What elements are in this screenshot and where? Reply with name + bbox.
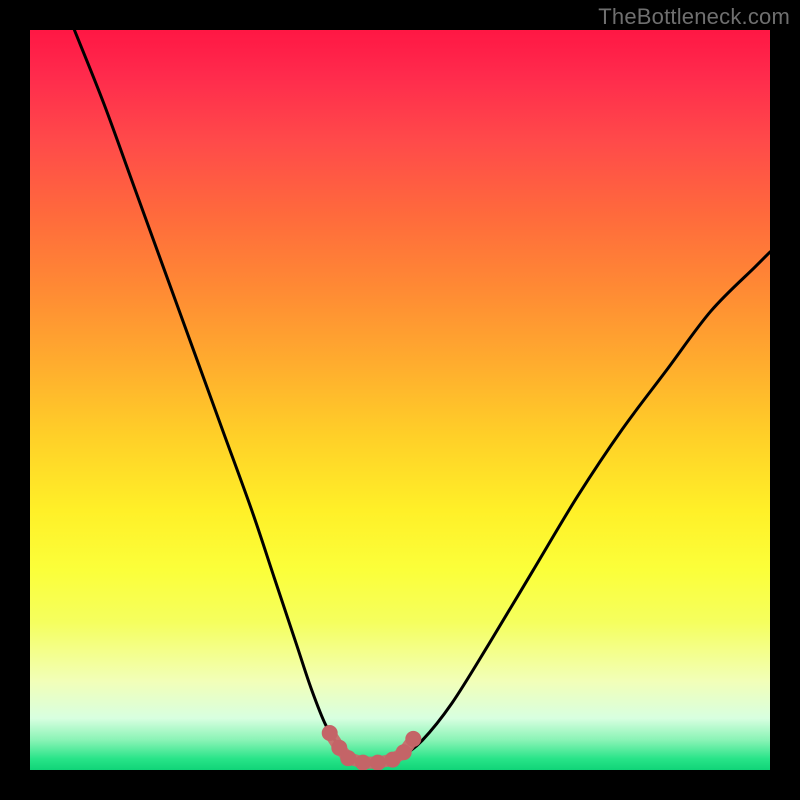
chart-frame: TheBottleneck.com	[0, 0, 800, 800]
marker-dot	[340, 750, 356, 766]
marker-dot	[405, 731, 421, 747]
plot-area	[30, 30, 770, 770]
marker-dots	[322, 725, 422, 770]
bottleneck-curve	[74, 30, 770, 763]
marker-dot	[322, 725, 338, 741]
curve-layer	[30, 30, 770, 770]
marker-dot	[396, 744, 412, 760]
marker-dot	[355, 755, 371, 770]
marker-dot	[370, 755, 386, 770]
watermark-text: TheBottleneck.com	[598, 4, 790, 30]
